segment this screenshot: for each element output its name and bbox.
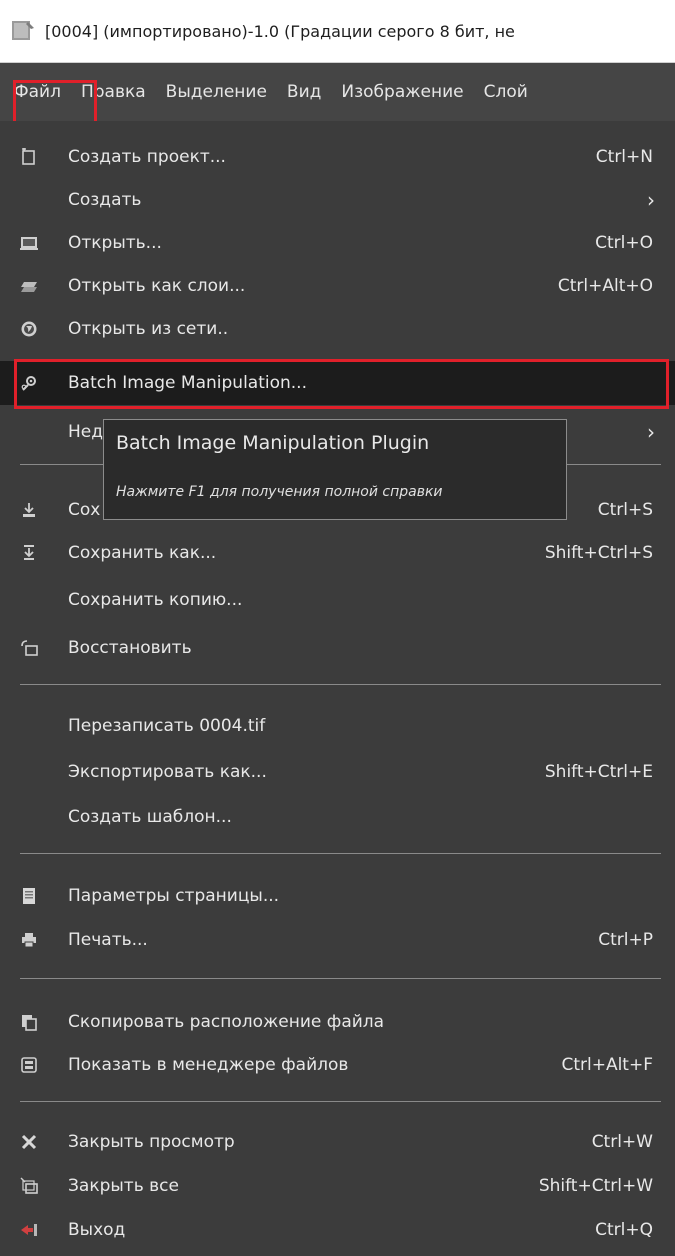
app-icon — [11, 19, 35, 43]
menu-item-create-template[interactable]: Создать шаблон... — [0, 795, 675, 839]
quit-icon — [19, 1220, 39, 1240]
menu-view[interactable]: Вид — [277, 72, 331, 112]
menu-separator — [20, 978, 661, 979]
submenu-arrow-icon: › — [647, 188, 655, 212]
menu-item-open-as-layers[interactable]: Открыть как слои... Ctrl+Alt+O — [0, 264, 675, 308]
menu-item-revert[interactable]: Восстановить — [0, 626, 675, 670]
menu-item-export-as[interactable]: Экспортировать как... Shift+Ctrl+E — [0, 750, 675, 794]
menu-image[interactable]: Изображение — [331, 72, 473, 112]
menubar: Файл Правка Выделение Вид Изображение Сл… — [0, 63, 675, 121]
menu-layer[interactable]: Слой — [474, 72, 538, 112]
menu-item-label: Закрыть все — [68, 1176, 179, 1196]
menu-separator — [20, 684, 661, 685]
shortcut: Shift+Ctrl+W — [538, 1176, 653, 1196]
open-icon — [19, 233, 39, 253]
menu-item-label: Восстановить — [68, 638, 192, 658]
menu-item-overwrite[interactable]: Перезаписать 0004.tif — [0, 704, 675, 748]
menu-item-label: Перезаписать 0004.tif — [68, 716, 266, 736]
file-manager-icon — [19, 1055, 39, 1075]
menu-item-label: Открыть из сети.. — [68, 319, 229, 339]
menu-item-open-location[interactable]: Открыть из сети.. — [0, 307, 675, 351]
menu-item-label: Нед — [68, 422, 103, 442]
menu-item-quit[interactable]: Выход Ctrl+Q — [0, 1208, 675, 1252]
tooltip-hint: Нажмите F1 для получения полной справки — [116, 484, 443, 500]
menu-item-page-setup[interactable]: Параметры страницы... — [0, 874, 675, 918]
menu-item-batch-image-manipulation[interactable]: Batch Image Manipulation... — [0, 361, 675, 405]
menu-item-label: Выход — [68, 1220, 126, 1240]
menu-item-label: Печать... — [68, 930, 148, 950]
menu-item-label: Создать шаблон... — [68, 807, 232, 827]
menu-item-label: Экспортировать как... — [68, 762, 267, 782]
shortcut: Ctrl+Alt+F — [561, 1055, 653, 1075]
shortcut: Ctrl+Q — [595, 1220, 653, 1240]
close-icon — [19, 1132, 39, 1152]
menu-item-open[interactable]: Открыть... Ctrl+O — [0, 221, 675, 265]
menu-item-copy-location[interactable]: Скопировать расположение файла — [0, 1000, 675, 1044]
close-all-icon — [19, 1176, 39, 1196]
shortcut: Ctrl+N — [595, 147, 653, 167]
window-titlebar: [0004] (импортировано)-1.0 (Градации сер… — [0, 0, 675, 63]
shortcut: Ctrl+S — [597, 500, 653, 520]
shortcut: Shift+Ctrl+S — [544, 543, 653, 563]
save-icon — [19, 500, 39, 520]
menu-item-label: Сох — [68, 500, 101, 520]
menu-item-label: Открыть как слои... — [68, 276, 246, 296]
shortcut: Ctrl+W — [591, 1132, 653, 1152]
copy-icon — [19, 1012, 39, 1032]
menu-select[interactable]: Выделение — [156, 72, 277, 112]
shortcut: Ctrl+Alt+O — [557, 276, 653, 296]
layers-icon — [19, 276, 39, 296]
menu-item-label: Создать — [68, 190, 142, 210]
menu-item-new-project[interactable]: Создать проект... Ctrl+N — [0, 135, 675, 179]
menu-item-print[interactable]: Печать... Ctrl+P — [0, 918, 675, 962]
menu-item-label: Параметры страницы... — [68, 886, 280, 906]
shortcut: Shift+Ctrl+E — [544, 762, 653, 782]
menu-separator — [20, 1101, 661, 1102]
tooltip-title: Batch Image Manipulation Plugin — [116, 432, 430, 454]
submenu-arrow-icon: › — [647, 420, 655, 444]
menu-item-save-copy[interactable]: Сохранить копию... — [0, 578, 675, 622]
menu-item-label: Показать в менеджере файлов — [68, 1055, 349, 1075]
plugin-tooltip: Batch Image Manipulation Plugin Нажмите … — [103, 419, 567, 520]
shortcut: Ctrl+O — [595, 233, 653, 253]
menu-item-create[interactable]: Создать › — [0, 178, 675, 222]
plugin-icon — [19, 373, 39, 393]
menu-item-label: Сохранить как... — [68, 543, 217, 563]
revert-icon — [19, 638, 39, 658]
menu-item-label: Открыть... — [68, 233, 162, 253]
menu-edit[interactable]: Правка — [71, 72, 156, 112]
menu-separator — [20, 853, 661, 854]
shortcut: Ctrl+P — [598, 930, 653, 950]
globe-icon — [19, 319, 39, 339]
menu-item-close-view[interactable]: Закрыть просмотр Ctrl+W — [0, 1120, 675, 1164]
menu-file[interactable]: Файл — [0, 72, 71, 112]
menu-item-label: Закрыть просмотр — [68, 1132, 235, 1152]
menu-item-close-all[interactable]: Закрыть все Shift+Ctrl+W — [0, 1164, 675, 1208]
menu-item-label: Создать проект... — [68, 147, 226, 167]
page-setup-icon — [19, 886, 39, 906]
menu-item-label: Batch Image Manipulation... — [68, 373, 307, 393]
menu-item-save-as[interactable]: Сохранить как... Shift+Ctrl+S — [0, 531, 675, 575]
menu-item-label: Скопировать расположение файла — [68, 1012, 385, 1032]
menu-item-label: Сохранить копию... — [68, 590, 243, 610]
new-file-icon — [19, 147, 39, 167]
save-as-icon — [19, 543, 39, 563]
window-title: [0004] (импортировано)-1.0 (Градации сер… — [45, 21, 515, 41]
printer-icon — [19, 930, 39, 950]
menu-item-show-in-file-manager[interactable]: Показать в менеджере файлов Ctrl+Alt+F — [0, 1043, 675, 1087]
